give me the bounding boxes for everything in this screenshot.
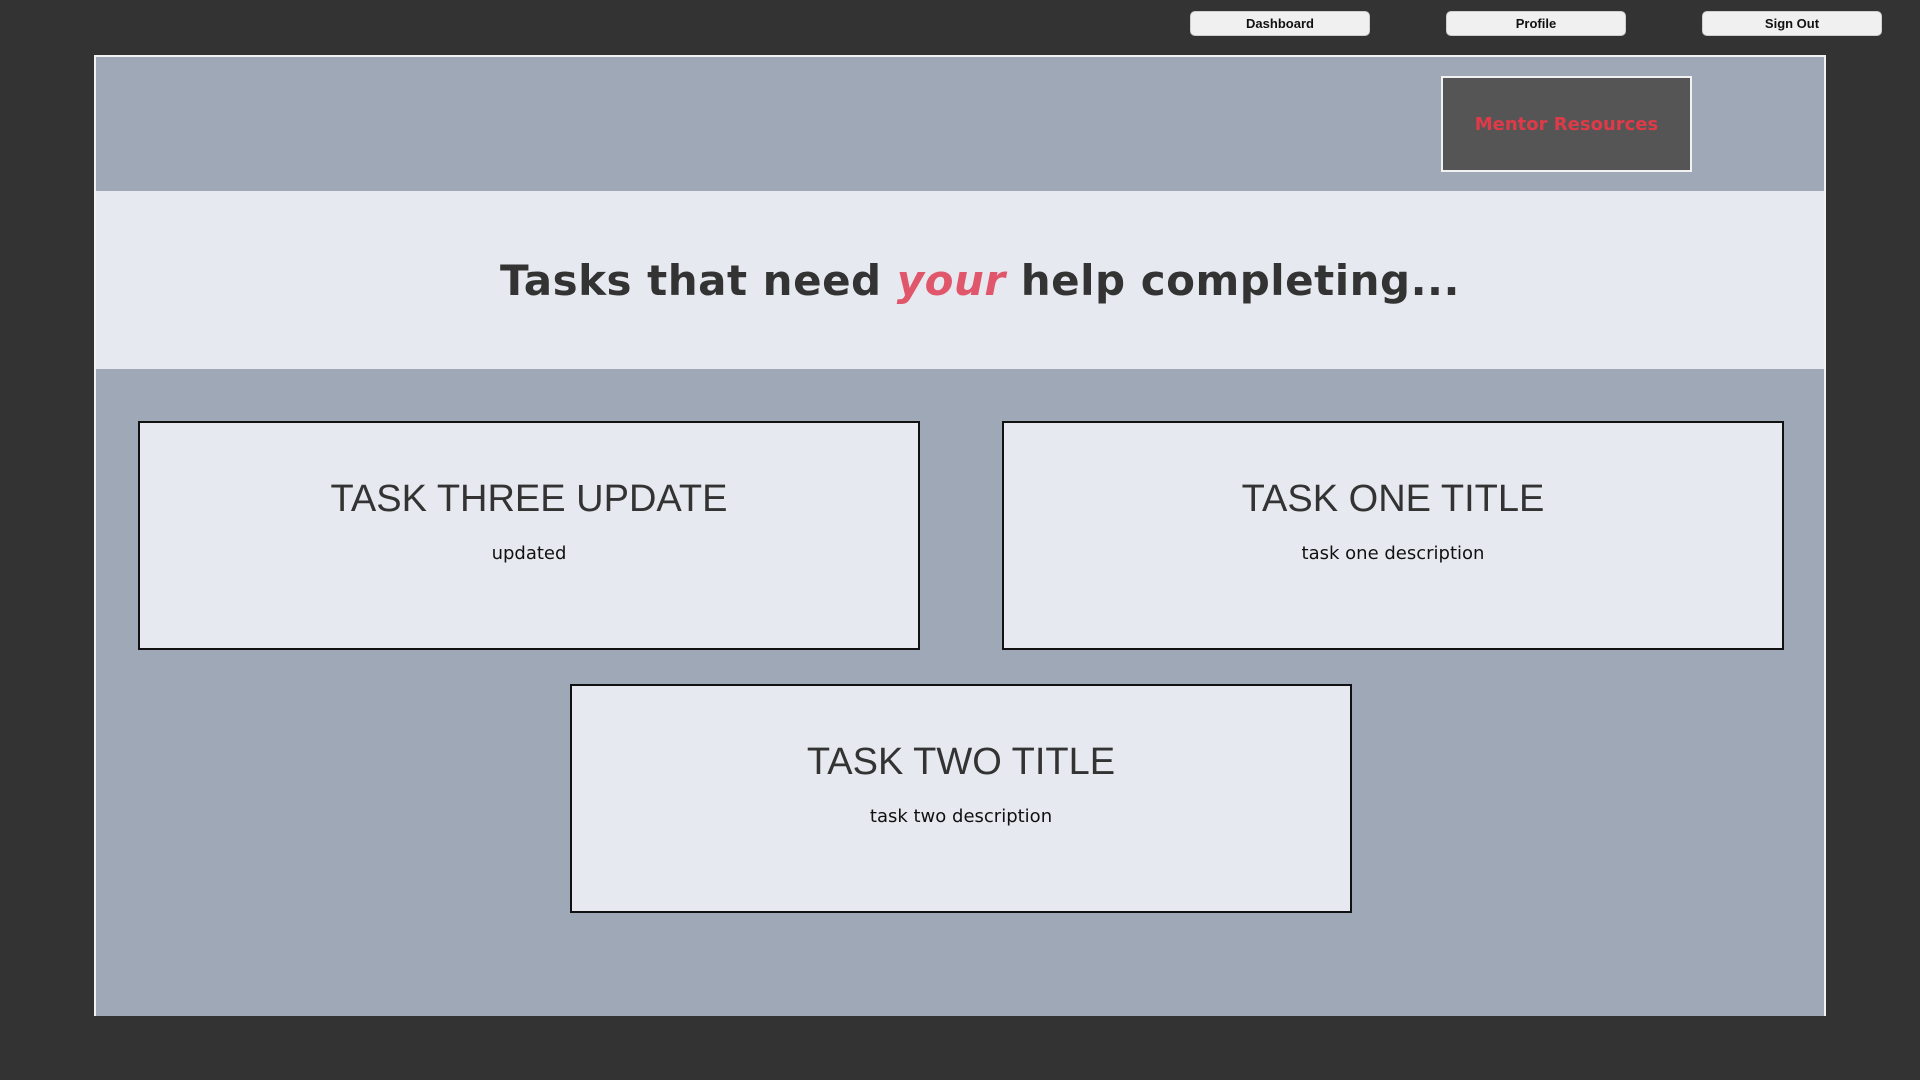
page-title-suffix: help completing... [1005, 255, 1460, 305]
page-title-prefix: Tasks that need [500, 255, 897, 305]
task-description: task two description [869, 806, 1053, 827]
task-card-three[interactable]: TASK THREE UPDATE updated [138, 421, 920, 650]
tasks-area: TASK THREE UPDATE updated TASK ONE TITLE… [96, 369, 1824, 1016]
task-card-one[interactable]: TASK ONE TITLE task one description [1002, 421, 1784, 650]
task-description: task one description [1301, 543, 1485, 564]
task-title: TASK ONE TITLE [1241, 478, 1545, 520]
main-frame: Mentor Resources Tasks that need your he… [94, 55, 1826, 1016]
dashboard-button[interactable]: Dashboard [1190, 11, 1370, 36]
task-title: TASK TWO TITLE [806, 741, 1116, 783]
mentor-resources-button[interactable]: Mentor Resources [1441, 76, 1692, 172]
sign-out-button[interactable]: Sign Out [1702, 11, 1882, 36]
profile-button[interactable]: Profile [1446, 11, 1626, 36]
header-band: Mentor Resources [96, 57, 1824, 191]
task-title: TASK THREE UPDATE [330, 478, 728, 520]
task-description: updated [491, 543, 567, 564]
page-title: Tasks that need your help completing... [460, 256, 1460, 305]
page-title-accent: your [896, 255, 1006, 305]
task-card-two[interactable]: TASK TWO TITLE task two description [570, 684, 1352, 913]
title-band: Tasks that need your help completing... [96, 191, 1824, 369]
